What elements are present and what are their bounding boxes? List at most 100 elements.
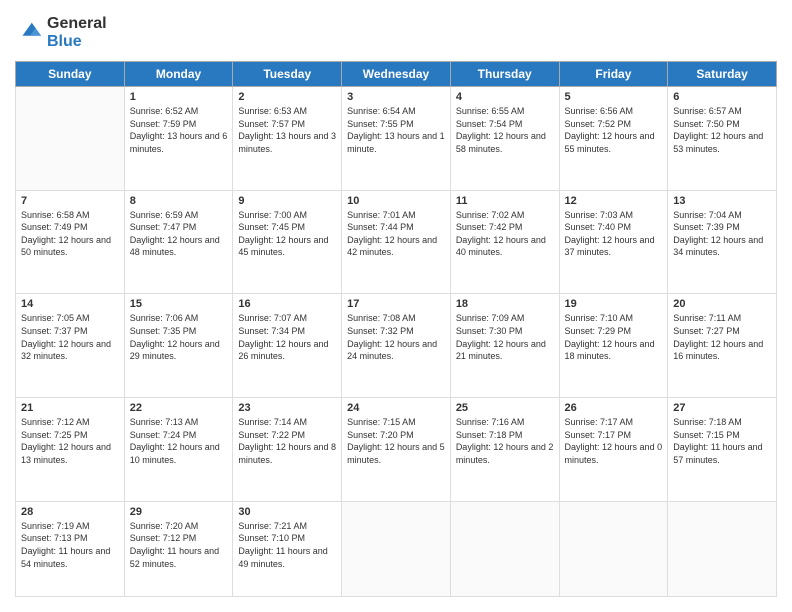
logo-text: General Blue (47, 15, 107, 51)
calendar-cell: 19Sunrise: 7:10 AMSunset: 7:29 PMDayligh… (559, 294, 668, 398)
calendar-cell: 16 Sunrise: 7:07 AMSunset: 7:34 PMDayligh… (233, 294, 342, 398)
day-info: Sunrise: 7:18 AMSunset: 7:15 PMDaylight:… (673, 416, 771, 466)
day-info: Sunrise: 7:03 AMSunset: 7:40 PMDaylight:… (565, 209, 663, 259)
day-number: 4 (456, 91, 554, 103)
calendar-week-row: 1 Sunrise: 6:52 AMSunset: 7:59 PMDaylight… (16, 87, 777, 191)
day-info: Sunrise: 6:55 AMSunset: 7:54 PMDaylight:… (456, 105, 554, 155)
day-number: 13 (673, 195, 771, 207)
day-of-week-header: Friday (559, 62, 668, 87)
day-info: Sunrise: 7:16 AMSunset: 7:18 PMDaylight:… (456, 416, 554, 466)
calendar-cell (16, 87, 125, 191)
calendar-cell: 3Sunrise: 6:54 AMSunset: 7:55 PMDaylight… (342, 87, 451, 191)
calendar-cell: 10 Sunrise: 7:01 AMSunset: 7:44 PMDayligh… (342, 190, 451, 294)
day-info: Sunrise: 7:19 AMSunset: 7:13 PMDaylight:… (21, 520, 119, 570)
day-number: 15 (130, 298, 228, 310)
day-number: 28 (21, 506, 119, 518)
day-number: 12 (565, 195, 663, 207)
day-number: 1 (130, 91, 228, 103)
day-info: Sunrise: 6:57 AMSunset: 7:50 PMDaylight:… (673, 105, 771, 155)
day-of-week-header: Sunday (16, 62, 125, 87)
day-info: Sunrise: 7:09 AMSunset: 7:30 PMDaylight:… (456, 312, 554, 362)
calendar-cell: 28 Sunrise: 7:19 AMSunset: 7:13 PMDayligh… (16, 501, 125, 596)
day-info: Sunrise: 7:13 AMSunset: 7:24 PMDaylight:… (130, 416, 228, 466)
day-number: 26 (565, 402, 663, 414)
day-info: Sunrise: 7:15 AMSunset: 7:20 PMDaylight:… (347, 416, 445, 466)
day-info: Sunrise: 7:12 AMSunset: 7:25 PMDaylight:… (21, 416, 119, 466)
day-info: Sunrise: 7:14 AMSunset: 7:22 PMDaylight:… (238, 416, 336, 466)
calendar-cell: 15 Sunrise: 7:06 AMSunset: 7:35 PMDayligh… (124, 294, 233, 398)
calendar-cell (559, 501, 668, 596)
day-number: 16 (238, 298, 336, 310)
day-number: 20 (673, 298, 771, 310)
calendar-cell: 22 Sunrise: 7:13 AMSunset: 7:24 PMDayligh… (124, 398, 233, 502)
day-info: Sunrise: 7:05 AMSunset: 7:37 PMDaylight:… (21, 312, 119, 362)
calendar-cell: 26 Sunrise: 7:17 AMSunset: 7:17 PMDayligh… (559, 398, 668, 502)
day-number: 8 (130, 195, 228, 207)
page: General Blue SundayMondayTuesdayWednesda… (0, 0, 792, 612)
day-info: Sunrise: 7:11 AMSunset: 7:27 PMDaylight:… (673, 312, 771, 362)
day-info: Sunrise: 6:59 AMSunset: 7:47 PMDaylight:… (130, 209, 228, 259)
day-info: Sunrise: 6:53 AMSunset: 7:57 PMDaylight:… (238, 105, 336, 155)
day-of-week-header: Monday (124, 62, 233, 87)
day-info: Sunrise: 7:17 AMSunset: 7:17 PMDaylight:… (565, 416, 663, 466)
calendar-cell: 9 Sunrise: 7:00 AMSunset: 7:45 PMDaylight… (233, 190, 342, 294)
calendar-cell: 17 Sunrise: 7:08 AMSunset: 7:32 PMDayligh… (342, 294, 451, 398)
day-info: Sunrise: 6:58 AMSunset: 7:49 PMDaylight:… (21, 209, 119, 259)
day-info: Sunrise: 7:04 AMSunset: 7:39 PMDaylight:… (673, 209, 771, 259)
day-number: 14 (21, 298, 119, 310)
day-info: Sunrise: 6:56 AMSunset: 7:52 PMDaylight:… (565, 105, 663, 155)
calendar-week-row: 28 Sunrise: 7:19 AMSunset: 7:13 PMDayligh… (16, 501, 777, 596)
day-info: Sunrise: 7:02 AMSunset: 7:42 PMDaylight:… (456, 209, 554, 259)
day-number: 2 (238, 91, 336, 103)
day-number: 22 (130, 402, 228, 414)
calendar-cell: 29Sunrise: 7:20 AMSunset: 7:12 PMDayligh… (124, 501, 233, 596)
calendar-cell: 7Sunrise: 6:58 AMSunset: 7:49 PMDaylight… (16, 190, 125, 294)
day-number: 17 (347, 298, 445, 310)
calendar-cell: 27 Sunrise: 7:18 AMSunset: 7:15 PMDayligh… (668, 398, 777, 502)
day-of-week-header: Saturday (668, 62, 777, 87)
calendar-week-row: 14 Sunrise: 7:05 AMSunset: 7:37 PMDayligh… (16, 294, 777, 398)
calendar-week-row: 7Sunrise: 6:58 AMSunset: 7:49 PMDaylight… (16, 190, 777, 294)
day-number: 3 (347, 91, 445, 103)
day-number: 24 (347, 402, 445, 414)
calendar-cell: 13 Sunrise: 7:04 AMSunset: 7:39 PMDayligh… (668, 190, 777, 294)
day-info: Sunrise: 7:00 AMSunset: 7:45 PMDaylight:… (238, 209, 336, 259)
day-number: 11 (456, 195, 554, 207)
day-info: Sunrise: 7:01 AMSunset: 7:44 PMDaylight:… (347, 209, 445, 259)
day-number: 23 (238, 402, 336, 414)
day-number: 10 (347, 195, 445, 207)
calendar-cell: 24 Sunrise: 7:15 AMSunset: 7:20 PMDayligh… (342, 398, 451, 502)
header: General Blue (15, 15, 777, 51)
calendar-cell: 4 Sunrise: 6:55 AMSunset: 7:54 PMDaylight… (450, 87, 559, 191)
day-info: Sunrise: 7:08 AMSunset: 7:32 PMDaylight:… (347, 312, 445, 362)
calendar-cell: 6 Sunrise: 6:57 AMSunset: 7:50 PMDaylight… (668, 87, 777, 191)
calendar-table: SundayMondayTuesdayWednesdayThursdayFrid… (15, 61, 777, 597)
calendar-cell (342, 501, 451, 596)
day-info: Sunrise: 7:07 AMSunset: 7:34 PMDaylight:… (238, 312, 336, 362)
calendar-cell: 30Sunrise: 7:21 AMSunset: 7:10 PMDayligh… (233, 501, 342, 596)
calendar-cell: 25Sunrise: 7:16 AMSunset: 7:18 PMDayligh… (450, 398, 559, 502)
day-number: 5 (565, 91, 663, 103)
calendar-header-row: SundayMondayTuesdayWednesdayThursdayFrid… (16, 62, 777, 87)
day-of-week-header: Tuesday (233, 62, 342, 87)
day-number: 6 (673, 91, 771, 103)
calendar-cell: 11 Sunrise: 7:02 AMSunset: 7:42 PMDayligh… (450, 190, 559, 294)
calendar-cell: 8 Sunrise: 6:59 AMSunset: 7:47 PMDaylight… (124, 190, 233, 294)
day-number: 27 (673, 402, 771, 414)
calendar-cell (668, 501, 777, 596)
calendar-cell (450, 501, 559, 596)
day-number: 18 (456, 298, 554, 310)
day-number: 9 (238, 195, 336, 207)
day-number: 30 (238, 506, 336, 518)
calendar-cell: 12 Sunrise: 7:03 AMSunset: 7:40 PMDayligh… (559, 190, 668, 294)
calendar-cell: 23 Sunrise: 7:14 AMSunset: 7:22 PMDayligh… (233, 398, 342, 502)
day-number: 19 (565, 298, 663, 310)
calendar-cell: 20 Sunrise: 7:11 AMSunset: 7:27 PMDayligh… (668, 294, 777, 398)
calendar-cell: 5 Sunrise: 6:56 AMSunset: 7:52 PMDaylight… (559, 87, 668, 191)
day-number: 29 (130, 506, 228, 518)
calendar-week-row: 21Sunrise: 7:12 AMSunset: 7:25 PMDayligh… (16, 398, 777, 502)
day-of-week-header: Wednesday (342, 62, 451, 87)
calendar-cell: 14 Sunrise: 7:05 AMSunset: 7:37 PMDayligh… (16, 294, 125, 398)
day-info: Sunrise: 6:52 AMSunset: 7:59 PMDaylight:… (130, 105, 228, 155)
day-info: Sunrise: 7:06 AMSunset: 7:35 PMDaylight:… (130, 312, 228, 362)
